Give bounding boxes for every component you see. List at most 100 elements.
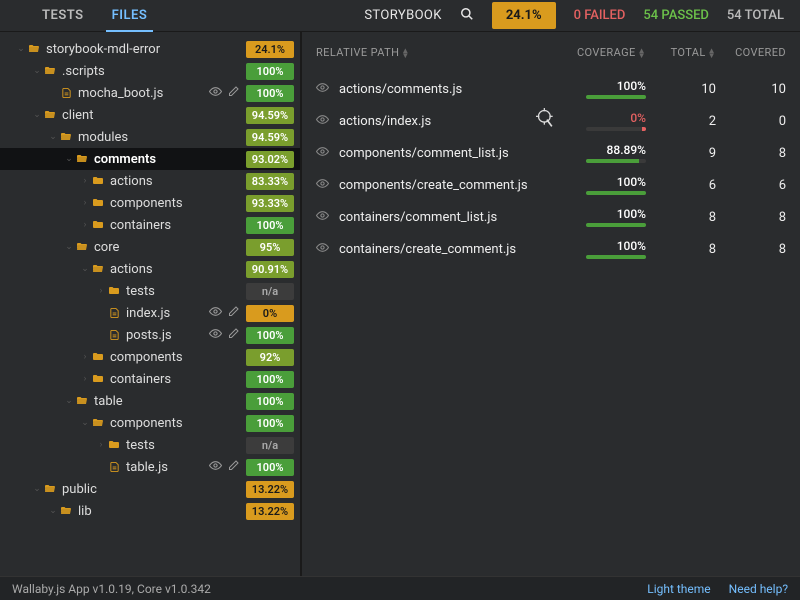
chevron-down-icon[interactable]: ⌄ xyxy=(32,484,42,494)
chevron-down-icon[interactable]: ⌄ xyxy=(80,418,90,428)
chevron-right-icon[interactable]: › xyxy=(96,286,106,296)
tree-row[interactable]: ›actions83.33% xyxy=(0,170,300,192)
tree-row[interactable]: ⌄core95% xyxy=(0,236,300,258)
tree-row[interactable]: mocha_boot.js100% xyxy=(0,82,300,104)
tree-row[interactable]: ›components92% xyxy=(0,346,300,368)
coverage-value: 100% xyxy=(617,79,646,93)
coverage-value: 100% xyxy=(617,175,646,189)
table-row[interactable]: actions/comments.js100%1010 xyxy=(302,73,800,105)
chevron-down-icon[interactable]: ⌄ xyxy=(64,396,74,406)
chevron-down-icon[interactable]: ⌄ xyxy=(48,506,58,516)
tree-row[interactable]: ⌄lib13.22% xyxy=(0,500,300,522)
edit-icon[interactable] xyxy=(228,85,240,101)
table-row[interactable]: containers/comment_list.js100%88 xyxy=(302,201,800,233)
col-coverage[interactable]: COVERAGE▲▼ xyxy=(536,46,646,59)
eye-icon[interactable] xyxy=(209,85,222,101)
table-row[interactable]: actions/index.js0%20 xyxy=(302,105,800,137)
project-name: STORYBOOK xyxy=(364,8,442,23)
eye-icon[interactable] xyxy=(209,459,222,475)
eye-icon[interactable] xyxy=(316,209,329,226)
chevron-right-icon[interactable]: › xyxy=(80,374,90,384)
chevron-right-icon[interactable]: › xyxy=(80,198,90,208)
total-cell: 10 xyxy=(646,82,716,97)
edit-icon[interactable] xyxy=(228,327,240,343)
chevron-right-icon[interactable]: › xyxy=(80,220,90,230)
chevron-right-icon[interactable]: › xyxy=(96,440,106,450)
total-cell: 9 xyxy=(646,146,716,161)
need-help-link[interactable]: Need help? xyxy=(729,582,788,596)
tree-row[interactable]: ⌄table100% xyxy=(0,390,300,412)
coverage-badge: 24.1% xyxy=(246,41,294,58)
table-row[interactable]: containers/create_comment.js100%88 xyxy=(302,233,800,265)
coverage-badge: 100% xyxy=(246,393,294,410)
tree-label: public xyxy=(62,482,246,497)
table-row[interactable]: components/comment_list.js88.89%98 xyxy=(302,137,800,169)
tree-row[interactable]: index.js0% xyxy=(0,302,300,324)
search-icon[interactable] xyxy=(460,7,474,25)
coverage-badge: 93.33% xyxy=(246,195,294,212)
tree-row[interactable]: ⌄.scripts100% xyxy=(0,60,300,82)
chevron-down-icon[interactable]: ⌄ xyxy=(48,132,58,142)
folder-open-icon xyxy=(74,152,90,167)
chevron-down-icon[interactable]: ⌄ xyxy=(64,242,74,252)
covered-cell: 6 xyxy=(716,178,786,193)
sort-icon: ▲▼ xyxy=(638,48,646,58)
col-total[interactable]: TOTAL▲▼ xyxy=(646,46,716,59)
chevron-right-icon[interactable]: › xyxy=(80,352,90,362)
eye-icon[interactable] xyxy=(316,241,329,258)
total-cell: 8 xyxy=(646,242,716,257)
tree-row[interactable]: ›testsn/a xyxy=(0,434,300,456)
coverage-badge: 83.33% xyxy=(246,173,294,190)
tab-files[interactable]: FILES xyxy=(98,0,162,31)
tree-row[interactable]: ⌄ public13.22% xyxy=(0,478,300,500)
light-theme-link[interactable]: Light theme xyxy=(647,582,710,596)
tree-row[interactable]: ›testsn/a xyxy=(0,280,300,302)
tree-label: storybook-mdl-error xyxy=(46,42,246,57)
eye-icon[interactable] xyxy=(209,327,222,343)
file-tree[interactable]: ⌄storybook-mdl-error24.1%⌄.scripts100%mo… xyxy=(0,32,302,576)
edit-icon[interactable] xyxy=(228,459,240,475)
col-path[interactable]: RELATIVE PATH▲▼ xyxy=(316,46,536,59)
tree-row[interactable]: ⌄modules94.59% xyxy=(0,126,300,148)
eye-icon[interactable] xyxy=(316,177,329,194)
tree-row[interactable]: ⌄components100% xyxy=(0,412,300,434)
chevron-down-icon[interactable]: ⌄ xyxy=(16,44,26,54)
tree-row[interactable]: table.js100% xyxy=(0,456,300,478)
edit-icon[interactable] xyxy=(228,305,240,321)
chevron-right-icon[interactable]: › xyxy=(80,176,90,186)
tree-label: posts.js xyxy=(126,328,209,343)
tree-label: tests xyxy=(126,284,246,299)
coverage-cell: 100% xyxy=(536,207,646,227)
row-actions xyxy=(209,85,240,101)
table-row[interactable]: components/create_comment.js100%66 xyxy=(302,169,800,201)
chevron-down-icon[interactable]: ⌄ xyxy=(32,66,42,76)
col-covered[interactable]: COVERED xyxy=(716,46,786,59)
tree-row[interactable]: posts.js100% xyxy=(0,324,300,346)
tree-label: mocha_boot.js xyxy=(78,86,209,101)
coverage-badge: 94.59% xyxy=(246,129,294,146)
chevron-down-icon[interactable]: ⌄ xyxy=(80,264,90,274)
row-actions xyxy=(209,327,240,343)
tab-tests[interactable]: TESTS xyxy=(28,0,98,31)
coverage-badge: n/a xyxy=(246,437,294,454)
tree-row[interactable]: ›components93.33% xyxy=(0,192,300,214)
tree-label: table.js xyxy=(126,460,209,475)
total-cell: 8 xyxy=(646,210,716,225)
chevron-down-icon[interactable]: ⌄ xyxy=(32,110,42,120)
eye-icon[interactable] xyxy=(316,81,329,98)
coverage-badge: 13.22% xyxy=(246,481,294,498)
eye-icon[interactable] xyxy=(209,305,222,321)
tree-row[interactable]: ›containers100% xyxy=(0,368,300,390)
eye-icon[interactable] xyxy=(316,145,329,162)
tree-row[interactable]: ⌄actions90.91% xyxy=(0,258,300,280)
tree-row[interactable]: ⌄comments93.02% xyxy=(0,148,300,170)
eye-icon[interactable] xyxy=(316,113,329,130)
tree-row[interactable]: ›containers100% xyxy=(0,214,300,236)
coverage-bar xyxy=(586,223,646,227)
chevron-down-icon[interactable]: ⌄ xyxy=(64,154,74,164)
tree-row[interactable]: ⌄client94.59% xyxy=(0,104,300,126)
coverage-table: RELATIVE PATH▲▼ COVERAGE▲▼ TOTAL▲▼ COVER… xyxy=(302,32,800,576)
tree-row[interactable]: ⌄ storybook-mdl-error24.1% xyxy=(0,38,300,60)
covered-cell: 0 xyxy=(716,114,786,129)
coverage-bar xyxy=(586,127,646,131)
